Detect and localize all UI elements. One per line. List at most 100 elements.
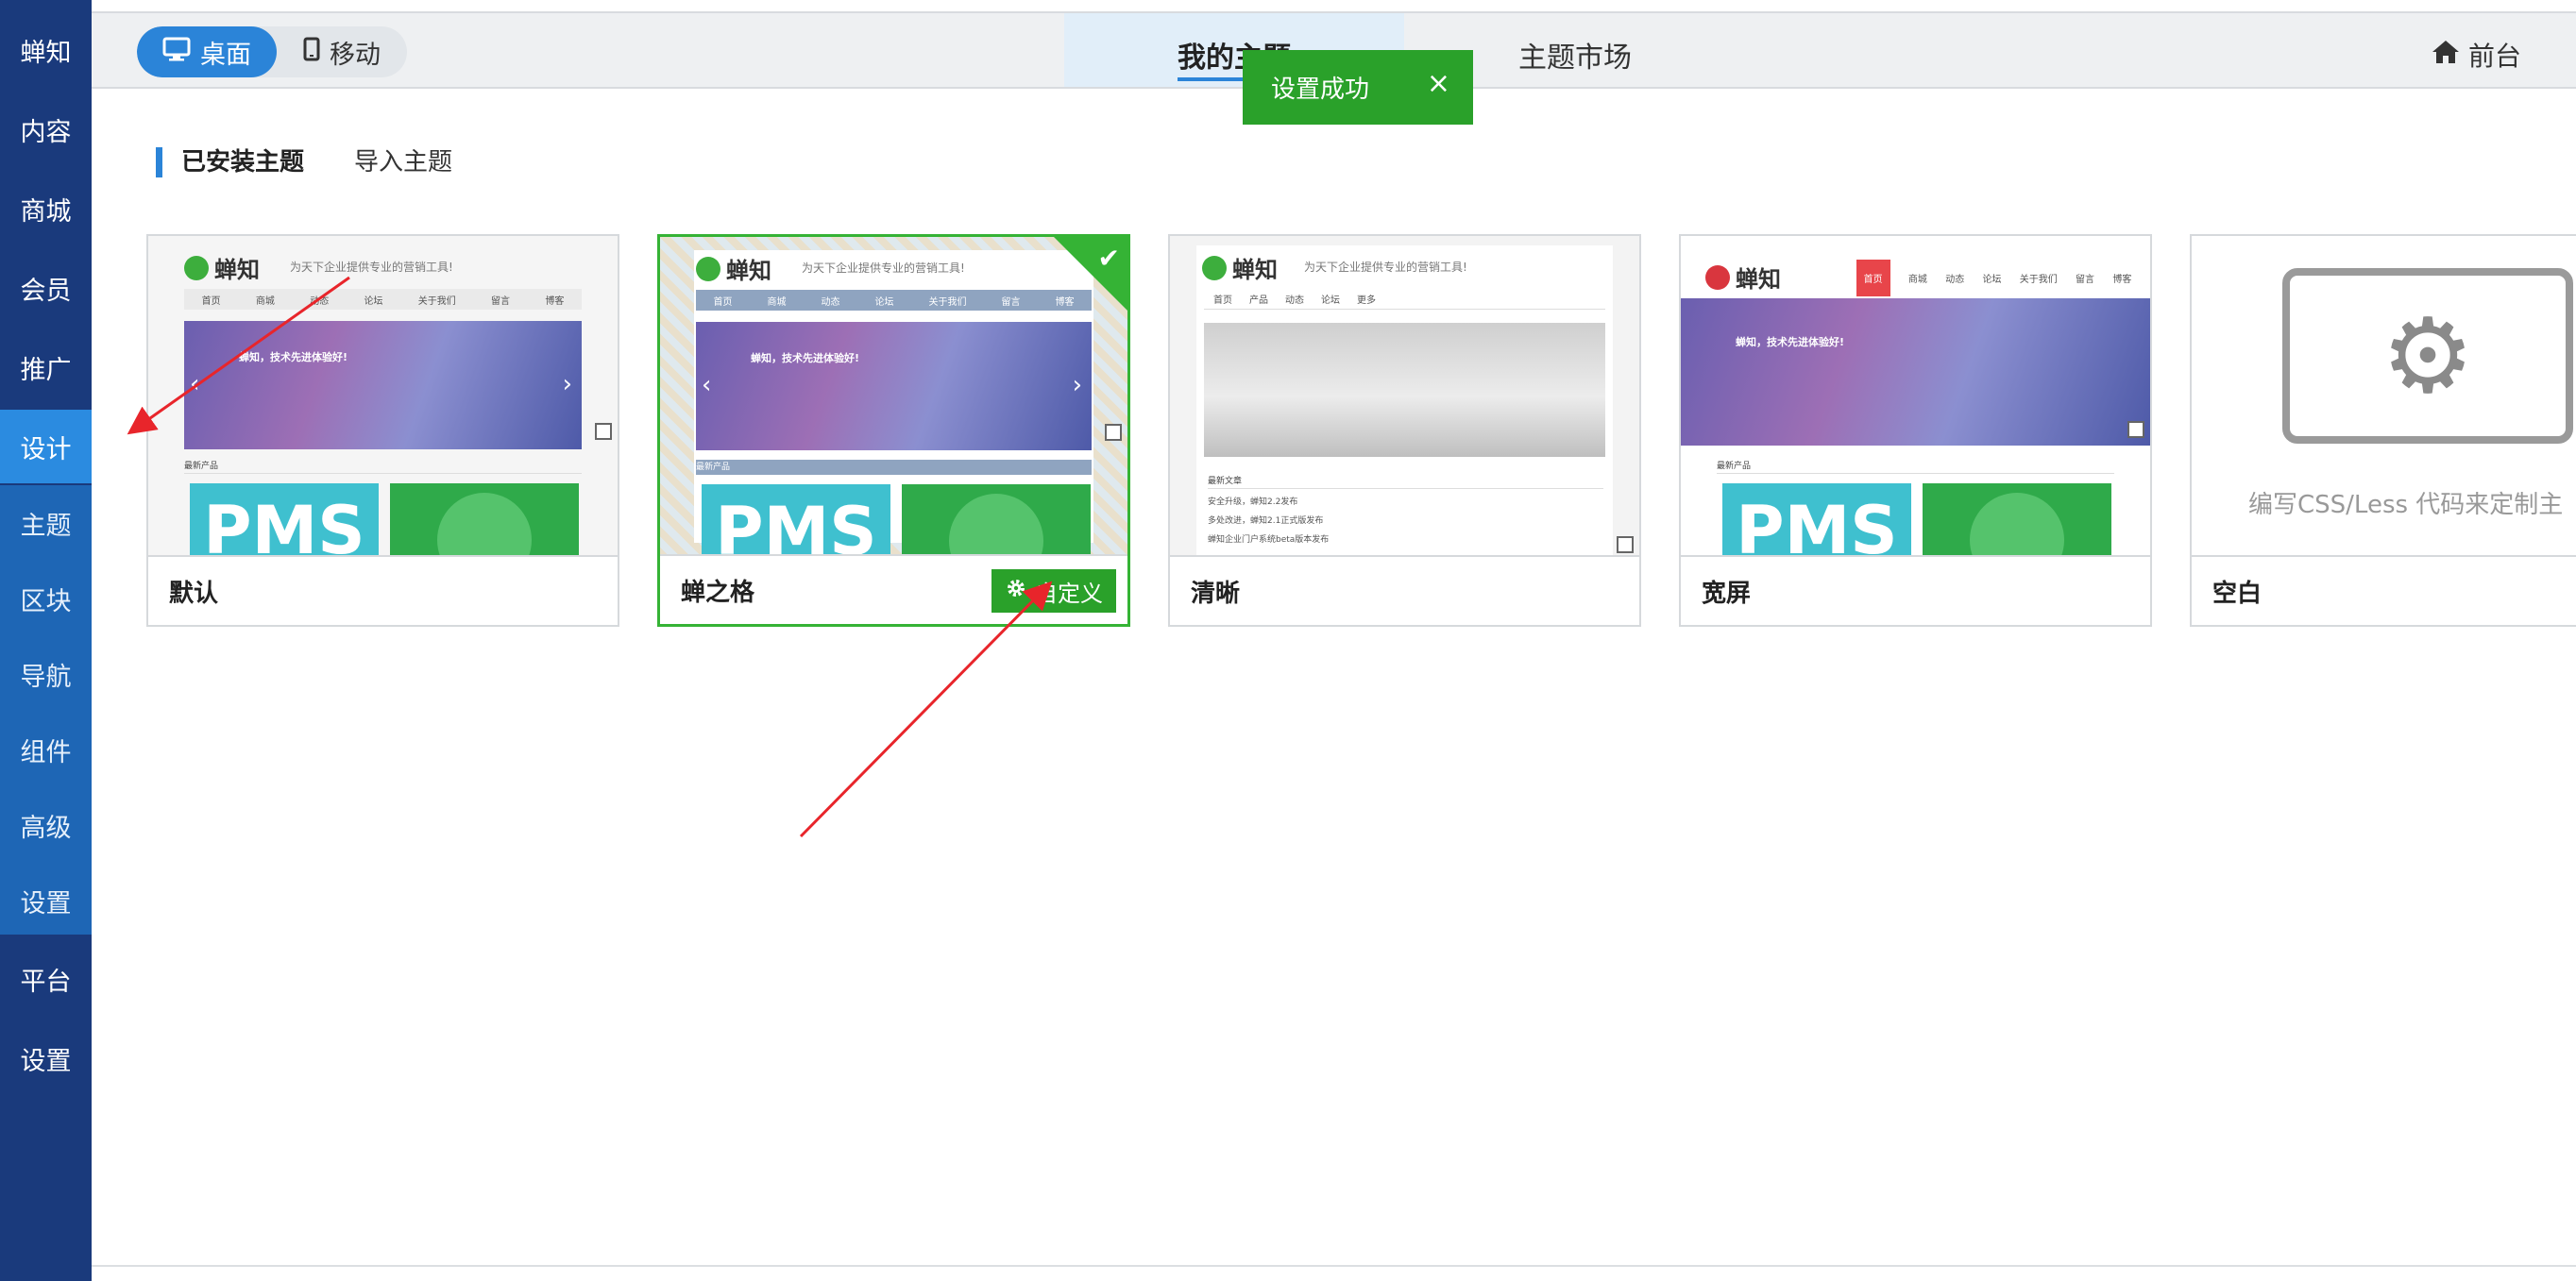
preview-banner: 蝉知，技术先进体验好! ‹ › <box>696 322 1092 450</box>
sidebar-item-members[interactable]: 会员 <box>0 251 92 325</box>
subnav-item-settings[interactable]: 设置 <box>0 863 92 938</box>
preview-banner: 蝉知，技术先进体验好! <box>1681 298 2150 446</box>
sidebar-item-label: 设计 <box>20 434 72 464</box>
sidebar-item-design[interactable]: 设计 <box>0 410 92 483</box>
sidebar-item-label: 蝉知 <box>20 38 72 68</box>
mobile-toggle-button[interactable]: 移动 <box>277 26 407 77</box>
theme-card-blank[interactable]: ⚙ 编写CSS/Less 代码来定制主 空白 <box>2190 234 2576 627</box>
preview-section-title: 最新文章 <box>1208 474 1603 489</box>
theme-name: 默认 <box>148 555 618 625</box>
preview-product-pms: PMS <box>702 484 890 558</box>
theme-card-clear[interactable]: 蝉知 为天下企业提供专业的营销工具! 首页 产品 动态 论坛 更多 最新文章 安全升级，… <box>1168 234 1641 627</box>
blank-theme-hint: 编写CSS/Less 代码来定制主 <box>2248 491 2564 519</box>
qr-code-icon <box>1105 424 1122 441</box>
close-icon[interactable]: × <box>1427 67 1450 100</box>
preview-product-pms: PMS <box>190 483 379 557</box>
frontend-link[interactable]: 前台 <box>2431 36 2521 74</box>
preview-banner <box>1204 323 1605 457</box>
mobile-toggle-label: 移动 <box>330 40 381 70</box>
gear-icon <box>1005 577 1027 605</box>
preview-section-title: 最新产品 <box>184 459 582 474</box>
preview-product-image <box>390 483 579 557</box>
sidebar-item-promotion[interactable]: 推广 <box>0 330 92 404</box>
theme-footer: 蝉之格 自定义 <box>660 554 1127 624</box>
subnav-item-label: 高级 <box>20 813 72 843</box>
frontend-label: 前台 <box>2467 41 2521 72</box>
preview-logo: 蝉知 <box>1202 251 1278 284</box>
sidebar-item-label: 设置 <box>20 1046 72 1076</box>
sidebar-item-label: 推广 <box>20 355 72 385</box>
customize-button[interactable]: 自定义 <box>991 569 1116 613</box>
sidebar-item-settings[interactable]: 设置 <box>0 1021 92 1095</box>
preview-banner: 蝉知，技术先进体验好! ‹ › <box>184 321 582 449</box>
subnav-item-navigation[interactable]: 导航 <box>0 636 92 712</box>
theme-preview: 蝉知 为天下企业提供专业的营销工具! 首页 商城 动态 论坛 关于我们 留言 博客 蝉知，技… <box>148 236 618 557</box>
sidebar-item-label: 内容 <box>20 117 72 147</box>
theme-card-chanzhige[interactable]: 蝉知 为天下企业提供专业的营销工具! 首页 商城 动态 论坛 关于我们 留言 博客 蝉知，技… <box>657 234 1130 627</box>
preview-product-pms: PMS <box>1722 483 1911 557</box>
sidebar-item-shop[interactable]: 商城 <box>0 172 92 245</box>
qr-code-icon <box>1617 536 1634 553</box>
subnav-item-advanced[interactable]: 高级 <box>0 787 92 863</box>
tab-label: 导入主题 <box>354 148 453 177</box>
sidebar: 蝉知 内容 商城 会员 推广 设计 主题 区块 导航 组件 高级 设置 平台 设… <box>0 0 92 1281</box>
subnav-item-blocks[interactable]: 区块 <box>0 561 92 636</box>
preview-section-title: 最新产品 <box>696 460 1092 475</box>
preview-nav: 首页 商城 动态 论坛 关于我们 留言 博客 <box>696 290 1092 311</box>
gear-icon: ⚙ <box>2381 295 2475 416</box>
theme-name: 宽屏 <box>1681 555 2150 625</box>
preview-nav: 首页 商城 动态 论坛 关于我们 留言 博客 <box>184 289 582 310</box>
theme-name: 清晰 <box>1170 555 1639 625</box>
sidebar-item-platform[interactable]: 平台 <box>0 942 92 1016</box>
theme-card-default[interactable]: 蝉知 为天下企业提供专业的营销工具! 首页 商城 动态 论坛 关于我们 留言 博客 蝉知，技… <box>146 234 619 627</box>
subnav-item-widgets[interactable]: 组件 <box>0 712 92 787</box>
annotation-arrows <box>127 276 1053 838</box>
desktop-toggle-label: 桌面 <box>200 40 251 70</box>
tab-label: 已安装主题 <box>181 148 305 177</box>
home-icon <box>2431 39 2461 72</box>
theme-name: 空白 <box>2192 555 2576 625</box>
theme-preview: 蝉知 首页 商城 动态 论坛 关于我们 留言 博客 蝉知，技术先进体验好! 最新产品 PMS <box>1681 236 2150 557</box>
qr-code-icon <box>2127 421 2144 438</box>
preview-logo: 蝉知 <box>1705 261 1781 294</box>
preview-nav: 首页 商城 动态 论坛 关于我们 留言 博客 <box>1847 259 2141 296</box>
customize-label: 自定义 <box>1035 580 1103 607</box>
sidebar-item-label: 会员 <box>20 276 72 306</box>
device-toggle: 桌面 移动 <box>137 26 407 77</box>
design-subnav: 主题 区块 导航 组件 高级 设置 <box>0 485 92 935</box>
sidebar-item-label: 平台 <box>20 967 72 997</box>
preview-product-image <box>902 484 1091 558</box>
theme-preview: 蝉知 为天下企业提供专业的营销工具! 首页 产品 动态 论坛 更多 最新文章 安全升级，… <box>1170 236 1639 557</box>
check-icon: ✔ <box>1097 243 1120 274</box>
theme-preview: ⚙ 编写CSS/Less 代码来定制主 <box>2192 236 2576 557</box>
blank-theme-frame: ⚙ <box>2282 268 2573 444</box>
tab-installed-themes[interactable]: 已安装主题 <box>156 147 304 177</box>
monitor-icon <box>162 37 191 68</box>
success-toast: 设置成功 × <box>1243 50 1473 125</box>
preview-slogan: 为天下企业提供专业的营销工具! <box>290 261 453 274</box>
theme-name: 蝉之格 <box>681 578 755 607</box>
sidebar-item-content[interactable]: 内容 <box>0 93 92 166</box>
tab-label: 主题市场 <box>1518 42 1632 75</box>
subnav-item-themes[interactable]: 主题 <box>0 485 92 561</box>
subnav-item-label: 主题 <box>20 511 72 541</box>
preview-section-title: 最新产品 <box>1717 459 2114 474</box>
mobile-phone-icon <box>303 37 320 68</box>
preview-nav: 首页 产品 动态 论坛 更多 <box>1204 289 1605 310</box>
subnav-item-label: 区块 <box>20 586 72 616</box>
tab-theme-market[interactable]: 主题市场 <box>1518 34 1632 76</box>
preview-logo: 蝉知 <box>696 252 771 285</box>
preview-product-image <box>1923 483 2111 557</box>
preview-article-list: 安全升级，蝉知2.2发布 多处改进，蝉知2.1正式版发布 蝉知企业门户系统bet… <box>1208 497 1330 545</box>
preview-logo: 蝉知 <box>184 251 260 284</box>
desktop-toggle-button[interactable]: 桌面 <box>137 26 277 77</box>
sidebar-item-label: 商城 <box>20 196 72 227</box>
tab-import-theme[interactable]: 导入主题 <box>354 147 452 177</box>
sidebar-item-brand[interactable]: 蝉知 <box>0 13 92 87</box>
preview-slogan: 为天下企业提供专业的营销工具! <box>802 261 965 275</box>
subnav-item-label: 导航 <box>20 662 72 692</box>
qr-code-icon <box>595 423 612 440</box>
bottom-divider <box>92 1265 2576 1267</box>
preview-slogan: 为天下企业提供专业的营销工具! <box>1304 261 1467 274</box>
theme-card-widescreen[interactable]: 蝉知 首页 商城 动态 论坛 关于我们 留言 博客 蝉知，技术先进体验好! 最新产品 PMS… <box>1679 234 2152 627</box>
